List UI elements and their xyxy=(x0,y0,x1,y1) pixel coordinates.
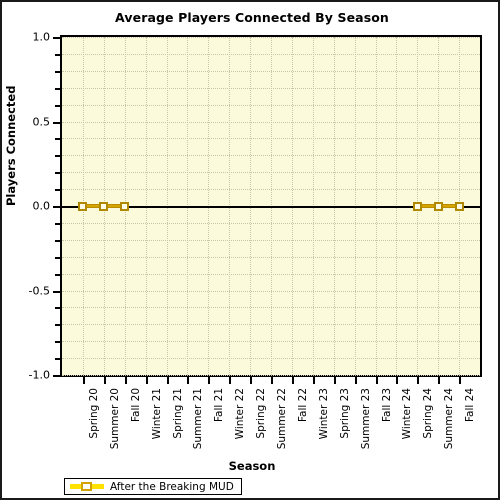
x-axis-tick-label: Summer 24 xyxy=(443,388,456,450)
x-axis-tick xyxy=(417,377,420,384)
x-axis-tick-label: Winter 23 xyxy=(317,388,330,440)
y-axis-title: Players Connected xyxy=(4,85,18,206)
y-axis-tick-minor xyxy=(55,172,62,175)
x-axis-tick-label: Fall 24 xyxy=(464,388,477,423)
y-axis-tick-minor xyxy=(55,189,62,192)
y-axis-tick-major xyxy=(53,206,62,208)
y-axis-tick-label: -1.0 xyxy=(28,368,50,382)
y-axis-tick-minor xyxy=(55,358,62,361)
y-axis-tick-label: 0.0 xyxy=(32,199,51,213)
legend-item-label: After the Breaking MUD xyxy=(110,480,234,493)
y-axis-tick-minor xyxy=(55,138,62,141)
y-axis-tick-minor xyxy=(55,273,62,276)
chart-title: Average Players Connected By Season xyxy=(115,10,389,25)
chart-legend[interactable]: After the Breaking MUD xyxy=(64,478,242,495)
y-axis-tick-minor xyxy=(55,341,62,344)
x-axis-tick-label: Fall 22 xyxy=(296,388,309,423)
x-axis-tick xyxy=(124,377,127,384)
gridline-horizontal xyxy=(62,87,480,90)
gridline-horizontal xyxy=(62,121,480,124)
x-axis-tick-label: Spring 22 xyxy=(255,388,268,439)
x-axis-tick-label: Fall 20 xyxy=(129,388,142,423)
x-axis-tick-label: Winter 22 xyxy=(234,388,247,440)
y-axis-tick-minor xyxy=(55,307,62,310)
x-axis-tick-label: Winter 21 xyxy=(150,388,163,440)
x-axis-tick xyxy=(312,377,315,384)
y-axis-tick-label: 1.0 xyxy=(32,30,51,44)
gridline-horizontal xyxy=(62,324,480,326)
x-axis-tick-label: Winter 24 xyxy=(401,388,414,440)
x-axis-tick-label: Summer 22 xyxy=(276,388,288,450)
gridline-horizontal xyxy=(62,341,480,343)
x-axis-tick xyxy=(291,377,294,384)
gridline-horizontal xyxy=(62,189,480,191)
y-axis-tick-minor xyxy=(55,53,62,56)
x-axis-tick-label: Spring 21 xyxy=(171,388,184,439)
y-axis-tick-minor xyxy=(55,87,62,90)
gridline-horizontal xyxy=(62,155,480,157)
x-axis-tick xyxy=(250,377,253,384)
y-axis-tick-minor xyxy=(55,222,62,225)
gridline-horizontal xyxy=(62,273,480,276)
gridline-horizontal xyxy=(62,172,480,174)
gridline-horizontal xyxy=(62,70,480,73)
y-axis-tick-minor xyxy=(55,239,62,242)
y-axis-tick-minor xyxy=(55,324,62,327)
gridline-horizontal xyxy=(62,222,480,225)
x-axis-tick xyxy=(82,377,85,384)
gridline-horizontal xyxy=(62,290,480,293)
y-axis-tick-minor xyxy=(55,155,62,158)
data-point-marker[interactable] xyxy=(78,201,88,211)
gridline-horizontal xyxy=(62,358,480,360)
x-axis-tick xyxy=(354,377,357,384)
data-point-marker[interactable] xyxy=(412,201,422,211)
y-axis-tick-minor xyxy=(55,104,62,107)
x-axis-tick xyxy=(375,377,378,384)
x-axis-tick xyxy=(145,377,148,384)
y-axis-tick-minor xyxy=(55,256,62,259)
gridline-horizontal xyxy=(62,37,480,39)
y-axis-tick-major xyxy=(53,375,62,377)
gridline-horizontal xyxy=(62,239,480,242)
x-axis-tick xyxy=(438,377,441,384)
x-axis-tick-label: Summer 23 xyxy=(359,388,372,450)
x-axis-tick-label: Summer 20 xyxy=(108,388,121,450)
y-axis-tick-label: -0.5 xyxy=(28,284,50,297)
x-axis-tick-label: Spring 20 xyxy=(87,388,100,439)
x-axis-tick xyxy=(103,377,106,384)
y-axis-tick-major xyxy=(53,121,62,124)
gridline-horizontal xyxy=(62,307,480,309)
x-axis-tick xyxy=(396,377,399,384)
gridline-horizontal xyxy=(62,53,480,56)
x-axis-tick-label: Spring 23 xyxy=(338,388,351,439)
data-point-marker[interactable] xyxy=(99,201,109,211)
x-axis-tick-label: Summer 21 xyxy=(192,388,205,450)
x-axis-tick xyxy=(333,377,336,384)
y-axis-tick-minor xyxy=(55,70,62,73)
gridline-horizontal xyxy=(62,104,480,107)
x-axis-tick-label: Fall 23 xyxy=(380,388,393,423)
legend-swatch-icon xyxy=(70,481,104,492)
x-axis-tick xyxy=(459,377,462,384)
data-point-marker[interactable] xyxy=(433,201,443,211)
chart-container: Average Players Connected By Season Play… xyxy=(0,0,500,500)
gridline-horizontal xyxy=(62,256,480,259)
y-axis-tick-label: 0.5 xyxy=(32,115,51,128)
plot-area xyxy=(60,35,482,377)
gridline-horizontal xyxy=(62,138,480,140)
y-axis-tick-major xyxy=(53,37,62,39)
x-axis-tick-label: Spring 24 xyxy=(422,388,435,439)
x-axis-tick xyxy=(187,377,190,384)
data-point-marker[interactable] xyxy=(120,201,130,211)
x-axis-tick xyxy=(208,377,211,384)
x-axis-tick-label: Fall 21 xyxy=(213,388,226,423)
y-axis-tick-major xyxy=(53,290,62,293)
x-axis-tick xyxy=(229,377,232,384)
x-axis-title: Season xyxy=(228,459,276,473)
x-axis-tick xyxy=(166,377,169,384)
x-axis-tick xyxy=(271,377,273,384)
data-point-marker[interactable] xyxy=(454,201,464,211)
